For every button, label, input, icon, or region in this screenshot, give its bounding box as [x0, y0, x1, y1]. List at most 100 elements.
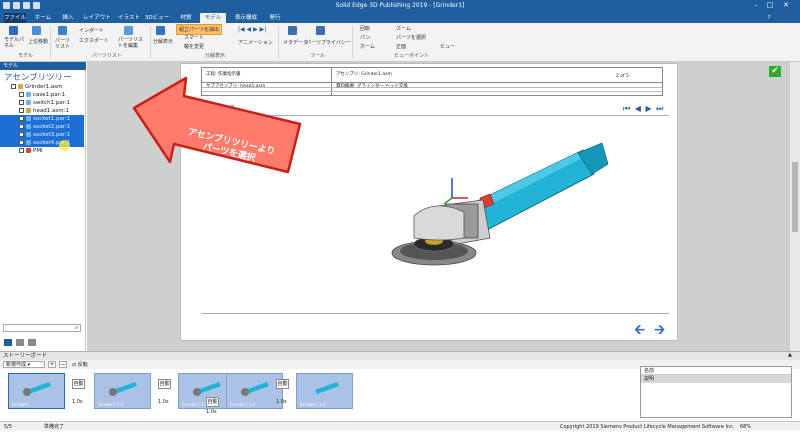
flip-button[interactable]: ⇄ 反転	[72, 361, 88, 368]
storyboard-strip: Grinder1 自動 1.0s Grinder1 1.1 自動 1.0s Gr…	[0, 369, 638, 421]
front-view-dropdown[interactable]: 正面	[396, 43, 406, 50]
tab-material[interactable]: 材質	[176, 13, 196, 23]
tab-file[interactable]: ファイル	[4, 13, 26, 23]
minimize-button[interactable]: –	[750, 1, 762, 10]
slide-caption: Grinder1 1.4	[300, 402, 326, 407]
tree-node-socket3[interactable]: socket3.par:1	[0, 131, 84, 139]
rotate-button[interactable]: 回転	[360, 25, 370, 32]
maximize-button[interactable]: □	[764, 1, 776, 10]
vertical-scrollbar[interactable]	[790, 62, 800, 351]
transition-duration: 1.0s	[206, 409, 217, 415]
views-tab-icon[interactable]	[28, 339, 36, 346]
pan-button[interactable]: パン	[360, 34, 370, 41]
accept-check-icon[interactable]: ✔	[769, 66, 781, 77]
storyboard-header: ストーリーボード	[0, 351, 800, 360]
prev-page-icon[interactable]: 🡰	[634, 319, 645, 343]
header-assembly: アセンブリ: Grinder1.asm	[336, 72, 392, 77]
transition-box[interactable]: 自動	[158, 379, 171, 389]
metadata-button[interactable]: メタデータ	[283, 39, 308, 46]
axis-change-button[interactable]: 軸を変更	[184, 43, 204, 50]
model-panel: モデル アセンブリツリー Grinder1.asm case1.par:1 sw…	[0, 62, 86, 351]
grinder-model[interactable]	[368, 138, 608, 298]
flip-icon: ⇄	[72, 362, 77, 368]
move-up-icon	[32, 26, 41, 35]
transition-box[interactable]: 自動	[72, 379, 85, 389]
search-icon[interactable]: ⌕	[75, 324, 78, 332]
create-new-button[interactable]: 新規作成 ▾	[3, 361, 45, 368]
transition-duration: 1.0s	[72, 399, 83, 405]
group-label-decompose: 分解表示	[205, 53, 226, 59]
tab-illustration[interactable]: イラスト	[116, 13, 142, 23]
ribbon: モデルパネル 上位移動 パーツリスト インポート エクスポート パーツリストを編…	[0, 23, 800, 62]
tab-layout[interactable]: レイアウト	[82, 13, 112, 23]
title-bar: Solid Edge 3D Publishing 2019 - [Grinder…	[0, 0, 800, 12]
home-view-button[interactable]: ホーム	[360, 43, 375, 50]
parts-list-button[interactable]: パーツリスト	[55, 38, 71, 50]
tab-home[interactable]: ホーム	[30, 13, 56, 23]
tab-display-config[interactable]: 表示構成	[230, 13, 262, 23]
views-dropdown[interactable]: ビュー	[440, 43, 455, 50]
edit-parts-list-icon	[124, 26, 133, 35]
zoom-button[interactable]: ズーム	[396, 25, 411, 32]
transition-box[interactable]: 自動	[276, 379, 289, 389]
parts-privacy-button[interactable]: パーツプライバシー	[306, 39, 351, 46]
tree-node-head[interactable]: head1.asm:1	[19, 107, 74, 115]
tab-model[interactable]: モデル	[200, 13, 226, 23]
model-panel-icon	[9, 26, 18, 35]
header-summary: 資料概要: グラインダー ヘッド交換	[336, 84, 408, 89]
tab-publish[interactable]: 発行	[266, 13, 284, 23]
privacy-icon	[316, 26, 325, 35]
import-button[interactable]: インポート	[79, 27, 104, 34]
window-title: Solid Edge 3D Publishing 2019 - [Grinder…	[335, 2, 465, 9]
story-slide[interactable]: Grinder1 1.1	[94, 373, 151, 409]
step-nav-icon[interactable]: ⏮ ◀ ▶ ⏭	[623, 104, 664, 114]
slide-caption: Grinder1	[12, 402, 30, 407]
group-label-model: モデル	[18, 53, 34, 59]
select-parts-button[interactable]: パーツを選択	[396, 34, 426, 41]
tree-search-input[interactable]	[3, 324, 81, 332]
decompose-button[interactable]: 分解表示	[153, 38, 173, 45]
transition-box[interactable]: 自動	[206, 397, 219, 407]
model-tab-icon[interactable]	[4, 339, 12, 346]
edit-parts-list-button[interactable]: パーツリストを編集	[118, 37, 146, 49]
close-button[interactable]: ✕	[780, 1, 792, 10]
slide-thumbnail	[315, 382, 339, 394]
tree-node-root[interactable]: Grinder1.asm	[11, 83, 73, 91]
tree-node-pmi[interactable]: PMI	[19, 147, 59, 155]
tab-3dview[interactable]: 3Dビュー	[144, 13, 170, 23]
ribbon-separator	[50, 26, 51, 59]
model-panel-button[interactable]: モデルパネル	[4, 37, 24, 49]
help-icon[interactable]: ?	[764, 13, 774, 23]
nav-first-icon[interactable]: |◀ ◀ ▶ ▶|	[238, 26, 266, 33]
move-up-button[interactable]: 上位移動	[28, 38, 48, 45]
collapse-icon[interactable]: ▲	[788, 352, 792, 358]
properties-panel: 名前 説明	[640, 366, 792, 418]
tree-node-socket4[interactable]: socket4.par:1	[0, 139, 84, 147]
metadata-icon	[288, 26, 297, 35]
layers-tab-icon[interactable]	[16, 339, 24, 346]
panel-header: モデル	[0, 62, 86, 70]
add-slide-icon[interactable]: +	[48, 361, 56, 368]
animation-button[interactable]: アニメーション	[238, 39, 273, 46]
remove-slide-icon[interactable]: −	[59, 361, 67, 368]
slide-thumbnail	[109, 382, 137, 396]
story-slide[interactable]: Grinder1 1.4	[296, 373, 353, 409]
story-slide[interactable]: Grinder1	[8, 373, 65, 409]
ribbon-separator	[278, 26, 279, 59]
smart-button[interactable]: スマート	[184, 34, 204, 41]
ribbon-separator	[352, 26, 353, 59]
export-button[interactable]: エクスポート	[79, 37, 109, 44]
tree-node-socket2[interactable]: socket2.par:1	[0, 123, 84, 131]
name-label: 名前	[641, 367, 791, 375]
parts-list-icon	[58, 26, 67, 35]
tree-node-switch[interactable]: switch1.par:1	[19, 99, 74, 107]
slide-caption: Grinder1 1.3	[230, 402, 256, 407]
scroll-thumb[interactable]	[792, 162, 798, 232]
slide-thumbnail	[241, 382, 269, 396]
tab-insert[interactable]: 挿入	[58, 13, 78, 23]
story-slide[interactable]: Grinder1 1.3	[226, 373, 283, 409]
next-page-icon[interactable]: 🡲	[654, 319, 665, 343]
tree-node-case[interactable]: case1.par:1	[19, 91, 74, 99]
decompose-icon	[156, 26, 165, 35]
tree-node-socket1[interactable]: socket1.par:1	[0, 115, 84, 123]
